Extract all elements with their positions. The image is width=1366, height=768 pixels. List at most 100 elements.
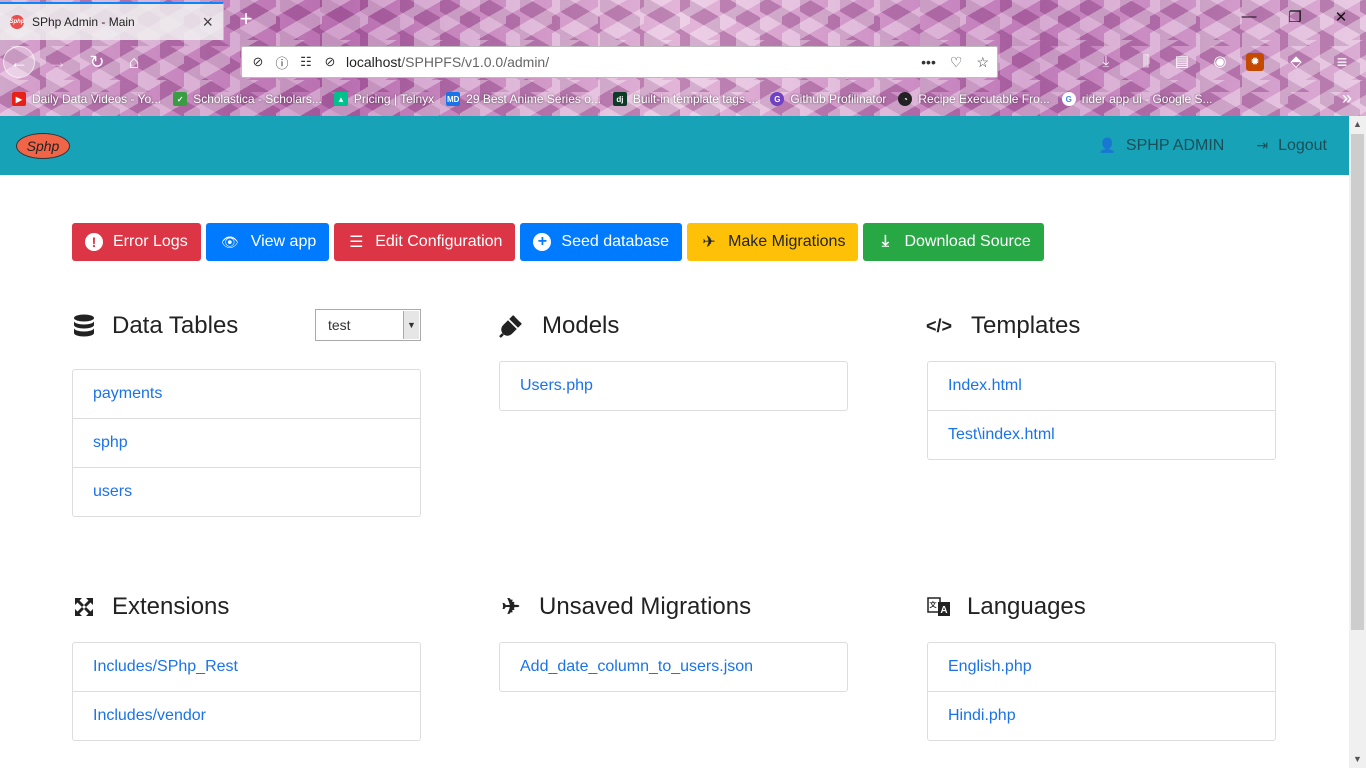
window-close-icon[interactable]: ✕ (1318, 8, 1364, 26)
templates-list: Index.html Test\index.html (927, 361, 1276, 460)
md-icon: MD (446, 92, 461, 106)
make-migrations-label: Make Migrations (728, 233, 846, 250)
make-migrations-button[interactable]: ✈ Make Migrations (687, 223, 859, 261)
minimize-icon[interactable]: — (1226, 8, 1272, 25)
error-logs-button[interactable]: ! Error Logs (72, 223, 201, 261)
migration-link-add-date-column[interactable]: Add_date_column_to_users.json (500, 643, 847, 691)
sphp-logo[interactable]: Sphp (16, 132, 70, 159)
forward-icon[interactable]: → (42, 46, 74, 78)
url-bar[interactable]: ⊘ ⓘ ☷ ⊘ localhost/SPHPFS/v1.0.0/admin/ •… (241, 46, 998, 78)
back-icon[interactable]: ← (3, 46, 35, 78)
logout-label: Logout (1278, 136, 1327, 154)
data-tables-section: Data Tables test ▼ payments sphp users (72, 309, 421, 517)
page-actions-icon[interactable]: ••• (921, 54, 936, 71)
tab-close-icon[interactable]: × (202, 13, 213, 31)
bookmark-label: Pricing | Telnyx (353, 92, 435, 106)
scroll-up-icon[interactable]: ▲ (1349, 116, 1366, 133)
models-title: Models (542, 312, 620, 339)
shield-check-icon: ✓ (173, 92, 188, 106)
edit-configuration-button[interactable]: ☰ Edit Configuration (334, 223, 516, 261)
logout-link[interactable]: ⇥ Logout (1256, 137, 1327, 155)
database-icon (72, 314, 96, 338)
templates-section: </> Templates Index.html Test\index.html (925, 309, 1276, 460)
seed-database-label: Seed database (561, 233, 670, 250)
extension-link-sphp-rest[interactable]: Includes/SPhp_Rest (73, 643, 420, 692)
action-toolbar: ! Error Logs 👁 View app ☰ Edit Configura… (72, 223, 1044, 261)
extension-link-vendor[interactable]: Includes/vendor (73, 692, 420, 740)
extensions-section: Extensions Includes/SPhp_Rest Includes/v… (72, 590, 421, 741)
app-header: Sphp 👤 SPHP ADMIN ⇥ Logout (0, 116, 1349, 175)
plane-icon: ✈ (702, 234, 716, 251)
database-select[interactable]: test ▼ (315, 309, 421, 341)
tracking-protection-icon[interactable]: ⊘ (250, 54, 266, 70)
bookmarks-overflow-icon[interactable]: » (1342, 88, 1352, 109)
unsaved-migrations-header: ✈ Unsaved Migrations (499, 590, 848, 624)
seed-database-button[interactable]: + Seed database (520, 223, 683, 261)
browser-tab[interactable]: Sphp SPhp Admin - Main × (0, 2, 224, 40)
home-icon[interactable]: ⌂ (118, 46, 150, 78)
page-scrollbar[interactable]: ▲ ▼ (1349, 116, 1366, 768)
template-link-test-index[interactable]: Test\index.html (928, 411, 1275, 459)
url-text[interactable]: localhost/SPHPFS/v1.0.0/admin/ (346, 54, 913, 70)
language-icon: A文 (927, 595, 951, 619)
permissions-icon[interactable]: ☷ (298, 54, 314, 70)
menu-icon[interactable]: ≡ (1330, 50, 1354, 74)
bookmark-star-icon[interactable]: ☆ (976, 54, 989, 71)
browser-chrome: Sphp SPhp Admin - Main × + — ❐ ✕ ← → ↻ ⌂… (0, 0, 1366, 116)
database-select-value: test (328, 317, 351, 333)
downloads-icon[interactable]: ⤓ (1094, 50, 1118, 74)
download-source-button[interactable]: ⤓ Download Source (863, 223, 1044, 261)
bookmark-item[interactable]: dj Built-in template tags ... (612, 92, 758, 106)
url-path: /SPHPFS/v1.0.0/admin/ (401, 54, 550, 70)
languages-list: English.php Hindi.php (927, 642, 1276, 741)
bookmark-item[interactable]: MD 29 Best Anime Series o... (446, 92, 601, 106)
chevron-down-icon[interactable]: ▼ (403, 311, 419, 339)
code-icon: </> (925, 315, 953, 336)
scroll-thumb[interactable] (1351, 134, 1364, 630)
model-link-users[interactable]: Users.php (500, 362, 847, 410)
admin-user-link[interactable]: 👤 SPHP ADMIN (1098, 137, 1224, 155)
library-icon[interactable]: ⫼ (1134, 50, 1158, 74)
account-icon[interactable]: ◉ (1208, 50, 1232, 74)
reload-icon[interactable]: ↻ (81, 46, 113, 78)
pocket-icon[interactable]: ♡ (950, 54, 963, 71)
scroll-down-icon[interactable]: ▼ (1349, 751, 1366, 768)
info-icon[interactable]: ⓘ (274, 53, 290, 72)
templates-header: </> Templates (925, 309, 1276, 343)
extensions-list: Includes/SPhp_Rest Includes/vendor (72, 642, 421, 741)
view-app-button[interactable]: 👁 View app (205, 223, 330, 261)
bookmark-item[interactable]: ▶ Daily Data Videos - Yo... (12, 92, 161, 106)
language-link-english[interactable]: English.php (928, 643, 1275, 692)
templates-title: Templates (971, 312, 1081, 339)
table-link-sphp[interactable]: sphp (73, 419, 420, 468)
telnyx-icon: ▲ (333, 92, 348, 106)
language-link-hindi[interactable]: Hindi.php (928, 692, 1275, 740)
tab-title: SPhp Admin - Main (32, 15, 135, 29)
languages-header: A文 Languages (927, 590, 1276, 624)
extension-2-icon[interactable]: ⬘ (1284, 50, 1308, 74)
table-link-payments[interactable]: payments (73, 370, 420, 419)
languages-title: Languages (967, 593, 1086, 620)
svg-text:A: A (940, 605, 947, 616)
plug-icon (499, 314, 523, 338)
error-logs-label: Error Logs (113, 233, 188, 250)
bookmarks-bar: ▶ Daily Data Videos - Yo... ✓ Scholastica … (0, 84, 1366, 114)
autoplay-blocked-icon[interactable]: ⊘ (322, 54, 338, 70)
bookmark-item[interactable]: Grider app ui - Google S... (1061, 92, 1213, 106)
sidebar-icon[interactable]: ▤ (1170, 50, 1194, 74)
bookmark-item[interactable]: ▲ Pricing | Telnyx (333, 92, 435, 106)
sign-out-icon: ⇥ (1256, 137, 1269, 153)
new-tab-icon[interactable]: + (234, 6, 258, 32)
bookmark-item[interactable]: ✓ Scholastica - Scholars... (173, 92, 322, 106)
template-link-index[interactable]: Index.html (928, 362, 1275, 411)
models-section: Models Users.php (499, 309, 848, 411)
profilinator-icon: G (770, 92, 785, 106)
models-list: Users.php (499, 361, 848, 411)
bookmark-label: rider app ui - Google S... (1081, 92, 1213, 106)
table-link-users[interactable]: users (73, 468, 420, 516)
expand-arrows-icon (72, 595, 96, 619)
restore-icon[interactable]: ❐ (1272, 8, 1318, 26)
extension-icon[interactable]: ✹ (1246, 53, 1264, 71)
bookmark-item[interactable]: ◔ Recipe Executable Fro... (898, 92, 1050, 106)
bookmark-item[interactable]: G Github Profilinator (770, 92, 886, 106)
